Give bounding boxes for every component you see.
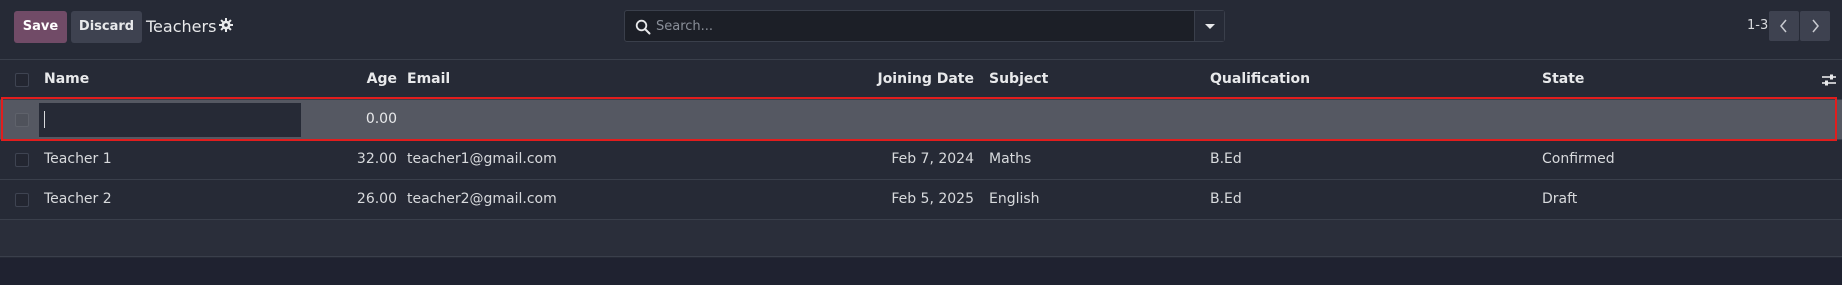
gear-icon[interactable] [219, 18, 233, 32]
breadcrumb-title[interactable]: Teachers [146, 15, 216, 39]
cell-qualification: B.Ed [1210, 191, 1242, 207]
cell-state: Confirmed [1542, 151, 1615, 167]
age-field[interactable]: 0.00 [320, 100, 397, 139]
cell-subject: English [989, 191, 1040, 207]
cell-name: Teacher 1 [44, 151, 112, 167]
column-header-joining-date[interactable]: Joining Date [860, 60, 974, 99]
column-header-subject[interactable]: Subject [989, 60, 1048, 99]
editable-row[interactable]: 0.00 [0, 100, 1842, 140]
pager-next-button[interactable] [1800, 11, 1830, 41]
empty-row [0, 220, 1842, 257]
row-checkbox[interactable] [15, 193, 29, 207]
pager-previous-button[interactable] [1769, 11, 1799, 41]
discard-button[interactable]: Discard [71, 11, 142, 43]
search-input[interactable] [656, 11, 1186, 41]
column-header-state[interactable]: State [1542, 60, 1584, 99]
row-checkbox[interactable] [15, 113, 29, 127]
chevron-left-icon [1780, 19, 1787, 33]
control-panel: Save Discard Teachers Search... 1-3 [0, 0, 1842, 60]
search-icon [635, 19, 651, 35]
column-header-name[interactable]: Name [44, 60, 89, 99]
cell-email: teacher1@gmail.com [407, 151, 557, 167]
cell-qualification: B.Ed [1210, 151, 1242, 167]
row-checkbox[interactable] [15, 153, 29, 167]
footer-area [0, 258, 1842, 285]
chevron-right-icon [1812, 19, 1819, 33]
cell-name: Teacher 2 [44, 191, 112, 207]
cell-email: teacher2@gmail.com [407, 191, 557, 207]
save-button[interactable]: Save [14, 11, 67, 43]
cell-age: 32.00 [356, 151, 397, 167]
text-cursor [44, 111, 45, 128]
cell-joining-date: Feb 7, 2024 [891, 151, 974, 167]
cell-subject: Maths [989, 151, 1032, 167]
cell-age: 26.00 [356, 191, 397, 207]
table-row[interactable]: Teacher 2 26.00 teacher2@gmail.com Feb 5… [0, 180, 1842, 220]
column-header-qualification[interactable]: Qualification [1210, 60, 1310, 99]
table-row[interactable]: Teacher 1 32.00 teacher1@gmail.com Feb 7… [0, 140, 1842, 180]
caret-down-icon[interactable] [1194, 11, 1224, 41]
name-input[interactable] [39, 103, 301, 137]
select-all-checkbox[interactable] [15, 73, 29, 87]
search-bar [624, 10, 1225, 42]
cell-state: Draft [1542, 191, 1578, 207]
cell-joining-date: Feb 5, 2025 [891, 191, 974, 207]
table-header: Name Age Email Joining Date Subject Qual… [0, 60, 1842, 100]
column-header-age[interactable]: Age [320, 60, 397, 99]
sliders-icon[interactable] [1821, 72, 1837, 88]
column-header-email[interactable]: Email [407, 60, 450, 99]
